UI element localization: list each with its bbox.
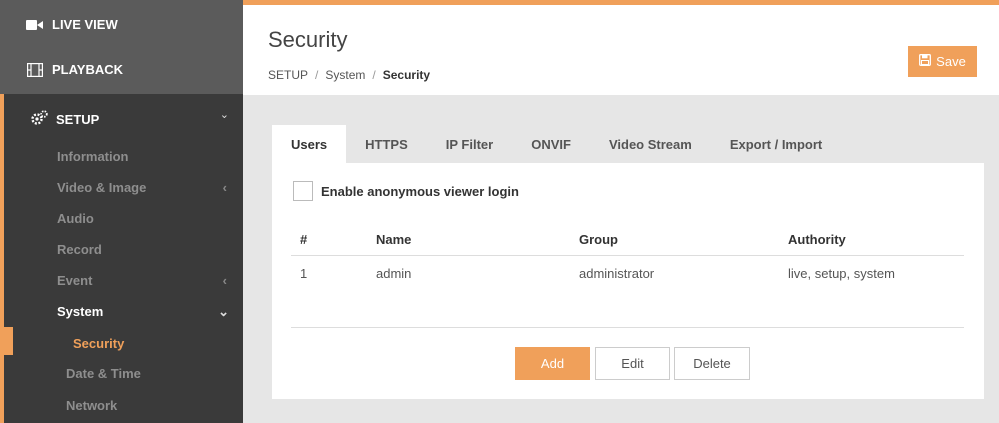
sidebar-item-video-image[interactable]: Video & Image ‹ [57, 180, 227, 195]
chevron-down-icon: ⌄ [218, 304, 229, 319]
column-header-authority: Authority [788, 232, 846, 247]
save-label: Save [936, 54, 966, 69]
anonymous-login-row: Enable anonymous viewer login [293, 181, 519, 201]
cell-number: 1 [300, 266, 308, 281]
active-item-marker [0, 327, 13, 355]
sidebar-item-event[interactable]: Event ‹ [57, 273, 227, 288]
cell-authority: live, setup, system [788, 266, 895, 281]
tab-ip-filter[interactable]: IP Filter [427, 125, 512, 163]
page-header: Security SETUP / System / Security Save [243, 5, 999, 95]
sidebar-item-network[interactable]: Network [66, 398, 117, 413]
page-title: Security [268, 27, 348, 52]
tab-video-stream[interactable]: Video Stream [590, 125, 711, 163]
column-header-group: Group [579, 232, 618, 247]
sidebar-item-system[interactable]: System ⌄ [57, 304, 229, 319]
column-header-number: # [300, 232, 308, 247]
nav-playback[interactable]: PLAYBACK [26, 62, 123, 77]
cell-group: administrator [579, 266, 655, 281]
gears-icon [30, 110, 48, 129]
tab-export-import[interactable]: Export / Import [711, 125, 841, 163]
top-nav: LIVE VIEW PLAYBACK [0, 0, 243, 94]
delete-user-button[interactable]: Delete [674, 347, 750, 380]
sidebar-item-audio[interactable]: Audio [57, 211, 94, 226]
sidebar-item-security[interactable]: Security [73, 336, 124, 351]
breadcrumb-system[interactable]: System [325, 68, 365, 82]
breadcrumb-separator: / [315, 68, 319, 82]
sidebar-accent-bar [0, 94, 4, 423]
breadcrumb-setup[interactable]: SETUP [268, 68, 308, 82]
sidebar-item-information[interactable]: Information [57, 149, 129, 164]
setup-label: SETUP [56, 112, 100, 127]
video-camera-icon [26, 18, 43, 32]
breadcrumb: SETUP / System / Security [268, 68, 430, 82]
tab-users[interactable]: Users [272, 125, 347, 163]
nav-playback-label: PLAYBACK [52, 62, 124, 77]
column-header-name: Name [376, 232, 412, 247]
divider [291, 327, 964, 328]
tab-https[interactable]: HTTPS [346, 125, 427, 163]
setup-menu-header[interactable]: SETUP ⌄ [0, 96, 243, 136]
film-icon [26, 62, 43, 77]
breadcrumb-current: Security [382, 68, 431, 82]
save-button[interactable]: Save [908, 46, 977, 77]
chevron-left-icon: ‹ [222, 180, 227, 195]
floppy-disk-icon [919, 54, 932, 69]
users-table: # Name Group Authority 1 admin administr… [291, 222, 964, 290]
anonymous-login-checkbox[interactable] [293, 181, 313, 201]
nav-live-view[interactable]: LIVE VIEW [26, 17, 118, 32]
edit-user-button[interactable]: Edit [595, 347, 670, 380]
table-row[interactable]: 1 admin administrator live, setup, syste… [291, 256, 964, 290]
anonymous-login-label: Enable anonymous viewer login [321, 183, 519, 199]
breadcrumb-separator: / [372, 68, 376, 82]
sidebar-item-date-time[interactable]: Date & Time [66, 366, 141, 381]
table-header-row: # Name Group Authority [291, 222, 964, 256]
sidebar-item-record[interactable]: Record [57, 242, 102, 257]
nav-live-view-label: LIVE VIEW [52, 17, 118, 32]
cell-name: admin [376, 266, 412, 281]
chevron-left-icon: ‹ [222, 273, 227, 288]
tab-onvif[interactable]: ONVIF [512, 125, 590, 163]
chevron-down-icon: ⌄ [219, 109, 229, 121]
add-user-button[interactable]: Add [515, 347, 590, 380]
tab-bar: Users HTTPS IP Filter ONVIF Video Stream… [272, 125, 841, 163]
